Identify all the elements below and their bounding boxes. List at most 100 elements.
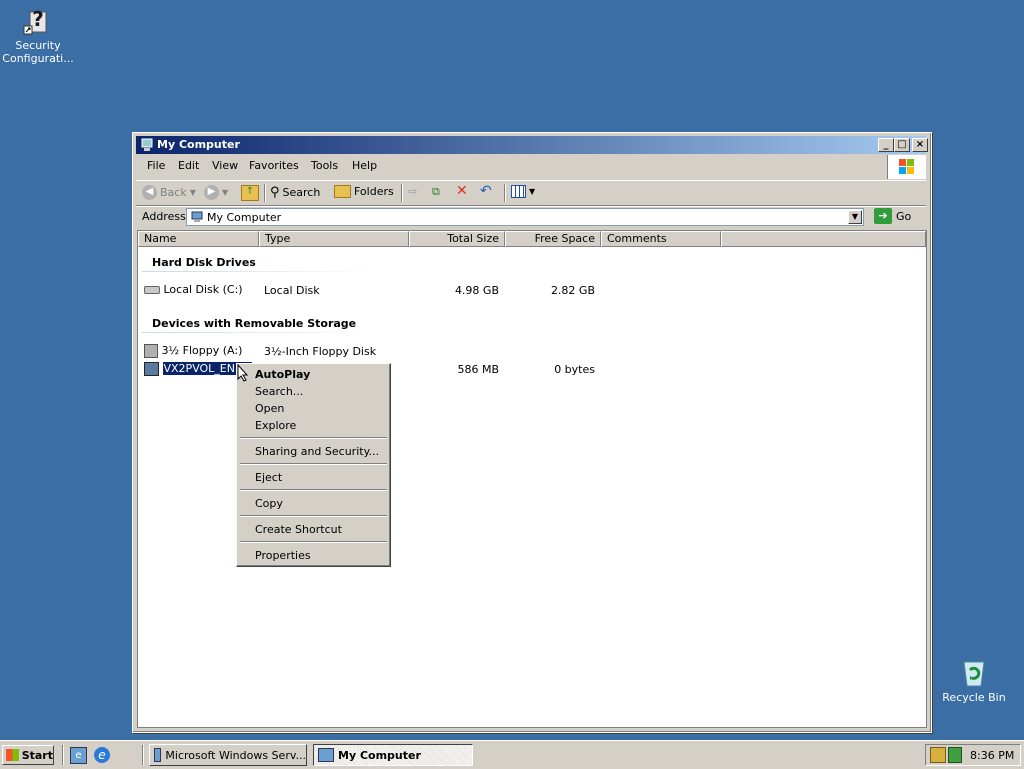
minimize-button[interactable]: _ <box>878 138 894 152</box>
mouse-cursor-icon <box>237 363 249 385</box>
forward-arrow-icon: ▶ <box>204 185 219 200</box>
context-separator <box>240 541 387 543</box>
undo-icon: ↶ <box>480 183 492 199</box>
item-type: Local Disk <box>264 284 320 297</box>
taskbar-separator <box>62 745 64 765</box>
system-tray: 8:36 PM <box>925 744 1021 766</box>
context-item-explore[interactable]: Explore <box>255 419 296 432</box>
menu-file[interactable]: File <box>147 159 165 172</box>
address-value: My Computer <box>207 211 282 224</box>
copy-to-icon: ⧉ <box>432 185 440 198</box>
copy-to-button[interactable]: ⧉ <box>432 185 440 199</box>
address-input[interactable]: My Computer ▼ <box>186 208 864 226</box>
context-separator <box>240 463 387 465</box>
column-header-filler <box>721 231 926 247</box>
folders-button[interactable]: Folders <box>334 185 394 198</box>
forward-button[interactable]: ▶ ▼ <box>204 185 228 200</box>
start-button[interactable]: Start <box>2 745 54 765</box>
toolbar-separator <box>401 184 403 202</box>
column-header-type[interactable]: Type <box>259 231 409 247</box>
folder-icon <box>334 185 351 198</box>
window-title: My Computer <box>157 138 240 151</box>
chevron-down-icon: ▼ <box>851 212 859 221</box>
item-free-space: 2.82 GB <box>550 284 595 297</box>
item-total-size: 4.98 GB <box>454 284 499 297</box>
delete-x-icon: ✕ <box>456 183 468 199</box>
item-free-space: 0 bytes <box>554 363 595 376</box>
menu-view[interactable]: View <box>212 159 238 172</box>
list-item[interactable]: Local Disk (C:) <box>144 283 243 296</box>
maximize-button[interactable]: □ <box>894 138 910 152</box>
windows-logo <box>887 155 926 179</box>
cd-drive-icon <box>144 362 159 376</box>
context-item-search[interactable]: Search... <box>255 385 303 398</box>
context-item-open[interactable]: Open <box>255 402 284 415</box>
column-header-total-size[interactable]: Total Size <box>409 231 505 247</box>
column-header-comments[interactable]: Comments <box>601 231 721 247</box>
recycle-bin-icon <box>958 656 990 688</box>
column-header-name[interactable]: Name <box>138 231 259 247</box>
views-button[interactable]: ▼ <box>511 185 535 198</box>
tray-network-icon[interactable] <box>930 747 946 766</box>
group-header: Devices with Removable Storage <box>152 317 357 330</box>
context-item-autoplay[interactable]: AutoPlay <box>255 368 310 381</box>
menu-help[interactable]: Help <box>352 159 377 172</box>
svg-text:?: ? <box>32 7 44 31</box>
task-button-my-computer[interactable]: My Computer <box>313 744 473 766</box>
floppy-drive-icon <box>144 344 158 358</box>
address-label: Address <box>142 210 186 223</box>
group-divider <box>142 271 376 272</box>
menu-edit[interactable]: Edit <box>178 159 199 172</box>
column-header-free-space[interactable]: Free Space <box>505 231 601 247</box>
list-item[interactable]: 3½ Floppy (A:) <box>144 344 242 358</box>
clock[interactable]: 8:36 PM <box>970 749 1014 762</box>
close-button[interactable]: × <box>912 138 928 152</box>
quick-launch-ie-icon[interactable]: e <box>94 747 110 763</box>
context-separator <box>240 437 387 439</box>
chevron-down-icon: ▼ <box>189 188 196 197</box>
item-type: 3½-Inch Floppy Disk <box>264 345 377 358</box>
taskbar: Start e e Microsoft Windows Serv... My C… <box>0 740 1024 769</box>
quick-launch-desktop-icon[interactable]: e <box>70 747 87 764</box>
address-dropdown-button[interactable]: ▼ <box>848 210 862 224</box>
my-computer-icon <box>318 748 334 762</box>
context-item-copy[interactable]: Copy <box>255 497 283 510</box>
menu-tools[interactable]: Tools <box>311 159 338 172</box>
hard-disk-icon <box>144 286 160 294</box>
group-divider <box>142 332 376 333</box>
desktop-icon-recycle-bin[interactable]: Recycle Bin <box>936 656 1012 704</box>
chevron-down-icon: ▼ <box>222 188 229 197</box>
toolbar-separator <box>504 184 506 202</box>
views-icon <box>511 185 526 198</box>
back-arrow-icon: ◀ <box>142 185 157 200</box>
app-window-icon <box>154 748 162 762</box>
my-computer-icon <box>191 211 203 226</box>
context-item-eject[interactable]: Eject <box>255 471 282 484</box>
item-total-size: 586 MB <box>457 363 499 376</box>
search-button[interactable]: ⚲ Search <box>270 185 320 200</box>
desktop-icon-security-config[interactable]: ? Security Configurati... <box>0 4 76 65</box>
context-separator <box>240 489 387 491</box>
move-to-button[interactable]: ⇨ <box>408 185 417 198</box>
task-button-windows-server[interactable]: Microsoft Windows Serv... <box>149 744 307 766</box>
menu-favorites[interactable]: Favorites <box>249 159 299 172</box>
undo-button[interactable]: ↶ <box>480 183 492 199</box>
title-bar[interactable]: My Computer _ □ × <box>136 136 928 154</box>
up-folder-button[interactable]: ↑ <box>241 185 259 201</box>
context-item-create-shortcut[interactable]: Create Shortcut <box>255 523 342 536</box>
context-item-properties[interactable]: Properties <box>255 549 311 562</box>
menu-bar: File Edit View Favorites Tools Help <box>136 156 886 176</box>
context-menu: AutoPlay Search... Open Explore Sharing … <box>236 363 391 567</box>
context-item-sharing-security[interactable]: Sharing and Security... <box>255 445 379 458</box>
address-bar: Address My Computer ▼ ➔ Go <box>136 206 926 229</box>
delete-button[interactable]: ✕ <box>456 183 468 199</box>
go-button[interactable]: ➔ Go <box>874 208 911 224</box>
my-computer-icon <box>140 138 154 152</box>
group-header: Hard Disk Drives <box>152 256 256 269</box>
tray-security-icon[interactable] <box>948 747 962 766</box>
context-separator <box>240 515 387 517</box>
desktop-icon-label: Recycle Bin <box>942 691 1006 704</box>
back-button[interactable]: ◀ Back ▼ <box>142 185 196 200</box>
chevron-down-icon: ▼ <box>529 187 536 196</box>
search-icon: ⚲ <box>270 185 280 200</box>
